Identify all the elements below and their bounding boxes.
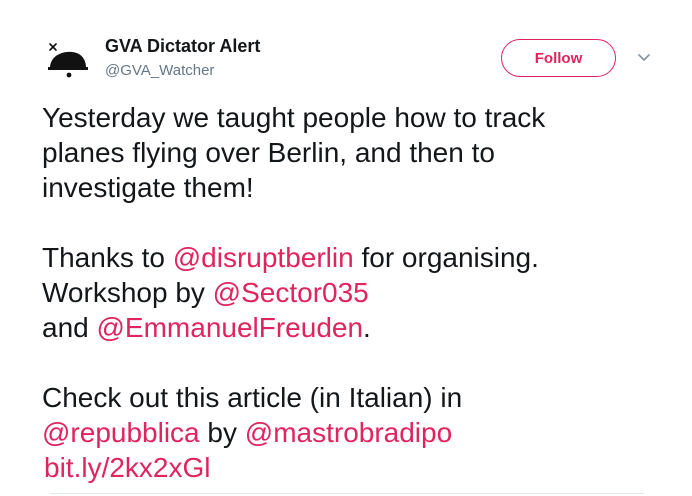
tweet-line: planes flying over Berlin, and then to <box>42 137 495 168</box>
dictator-plane-avatar-icon[interactable] <box>44 38 92 86</box>
tweet-text: Yesterday we taught people how to track … <box>42 100 672 485</box>
mention-emmanuelfreuden[interactable]: @EmmanuelFreuden <box>97 312 364 343</box>
and-prefix: and <box>42 312 97 343</box>
tweet-line: Yesterday we taught people how to track <box>42 102 546 133</box>
user-handle[interactable]: @GVA_Watcher <box>105 62 214 79</box>
divider <box>50 493 644 494</box>
mention-sector035[interactable]: @Sector035 <box>213 277 369 308</box>
thanks-prefix: Thanks to <box>42 242 173 273</box>
tweet-line: Check out this article (in Italian) in <box>42 382 463 413</box>
mention-mastrobradipo[interactable]: @mastrobradipo <box>245 417 452 448</box>
display-name[interactable]: GVA Dictator Alert <box>105 36 260 57</box>
tweet-line: @repubblica by @mastrobradipo <box>42 415 672 450</box>
tweet-line: Thanks to @disruptberlin for organising. <box>42 240 672 275</box>
tweet-line: and @EmmanuelFreuden. <box>42 310 672 345</box>
by-text: by <box>199 417 245 448</box>
mention-repubblica[interactable]: @repubblica <box>42 417 200 448</box>
thanks-suffix: for organising. <box>353 242 539 273</box>
and-suffix: . <box>363 312 371 343</box>
workshop-prefix: Workshop by <box>42 277 213 308</box>
article-link[interactable]: bit.ly/2kx2xGl <box>44 452 211 483</box>
chevron-down-icon[interactable] <box>636 52 652 64</box>
tweet-line: Workshop by @Sector035 <box>42 275 672 310</box>
follow-button[interactable]: Follow <box>501 39 616 77</box>
tweet-line: investigate them! <box>42 172 254 203</box>
mention-disruptberlin[interactable]: @disruptberlin <box>173 242 354 273</box>
tweet-line: bit.ly/2kx2xGl <box>42 450 672 485</box>
